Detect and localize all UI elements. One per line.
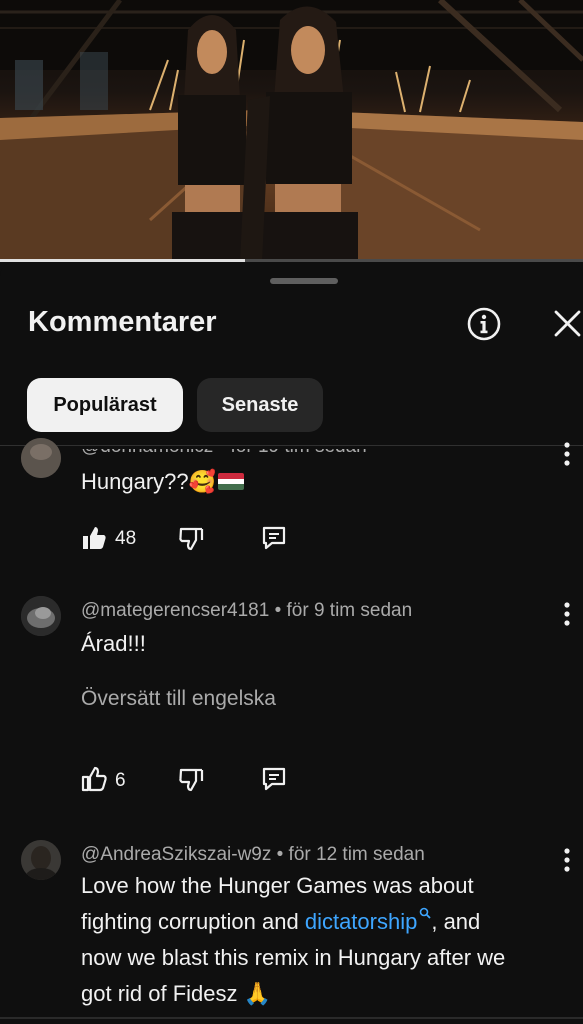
- thumbs-up-icon: [81, 766, 107, 792]
- comments-sheet: Kommentarer Populärast Senaste @donnamon…: [0, 262, 583, 1024]
- like-count: 48: [115, 528, 137, 549]
- comment-author-meta: @mategerencser4181 • för 9 tim sedan: [81, 600, 413, 621]
- chip-latest[interactable]: Senaste: [197, 378, 323, 432]
- info-icon: [467, 307, 501, 341]
- comment-text-line: got rid of Fidesz 🙏: [81, 976, 551, 1012]
- comment-author-meta: @AndreaSzikszai-w9z • för 12 tim sedan: [81, 844, 425, 865]
- avatar-image: [21, 596, 61, 636]
- comment-text: Árad!!!: [81, 631, 146, 656]
- reply-button[interactable]: [260, 765, 288, 798]
- comment-text-content: Hungary??: [81, 469, 189, 494]
- reply-comment-icon: [262, 526, 286, 550]
- emoji: 🥰: [188, 469, 217, 494]
- dislike-button[interactable]: [177, 524, 205, 557]
- reply-button[interactable]: [260, 524, 288, 557]
- close-icon: [554, 310, 581, 337]
- kebab-menu-icon: [564, 442, 570, 466]
- avatar[interactable]: [21, 840, 61, 880]
- like-button[interactable]: [80, 765, 108, 798]
- comment-text: Hungary??🥰: [81, 464, 551, 500]
- drag-handle[interactable]: [270, 278, 338, 284]
- sheet-title: Kommentarer: [28, 306, 217, 338]
- comment-text-fragment: , and: [431, 909, 481, 934]
- bottom-separator: [0, 1017, 583, 1019]
- video-player[interactable]: [0, 0, 583, 262]
- kebab-menu-icon: [564, 602, 570, 626]
- thumbs-up-filled-icon: [83, 527, 106, 549]
- comment-text-line: now we blast this remix in Hungary after…: [81, 945, 506, 970]
- avatar-image: [21, 840, 61, 880]
- dislike-button[interactable]: [177, 765, 205, 798]
- search-icon: [420, 907, 431, 919]
- comment-text-fragment: fighting corruption and: [81, 909, 305, 934]
- sheet-divider: [0, 445, 583, 446]
- thumbs-down-icon: [179, 527, 204, 551]
- kebab-menu-icon: [564, 848, 570, 872]
- reply-comment-icon: [262, 767, 286, 791]
- more-options-button[interactable]: [558, 440, 576, 468]
- more-options-button[interactable]: [558, 846, 576, 874]
- more-options-button[interactable]: [558, 600, 576, 628]
- comment-text-line: Love how the Hunger Games was about: [81, 873, 474, 898]
- like-count: 6: [115, 770, 126, 791]
- translate-link[interactable]: Översätt till engelska: [81, 687, 276, 711]
- avatar[interactable]: [21, 438, 61, 478]
- comment-author-meta: @donnamonicz • för 19 tim sedan: [81, 436, 367, 457]
- thumbs-down-icon: [179, 768, 204, 792]
- comment-text-line: fighting corruption and dictatorship , an…: [81, 904, 551, 940]
- like-button[interactable]: [80, 524, 108, 557]
- info-button[interactable]: [467, 307, 501, 341]
- emoji: 🙏: [243, 981, 272, 1006]
- video-frame-image: [0, 0, 583, 262]
- avatar[interactable]: [21, 596, 61, 636]
- close-button[interactable]: [552, 308, 583, 339]
- chip-popular[interactable]: Populärast: [27, 378, 183, 432]
- comment-text: Love how the Hunger Games was about figh…: [81, 868, 551, 1012]
- search-link-label: dictatorship: [304, 909, 418, 934]
- avatar-image: [21, 438, 61, 478]
- search-link[interactable]: dictatorship: [304, 907, 432, 934]
- comment-text-fragment: got rid of Fidesz: [81, 981, 238, 1006]
- hungary-flag-icon: [218, 473, 245, 490]
